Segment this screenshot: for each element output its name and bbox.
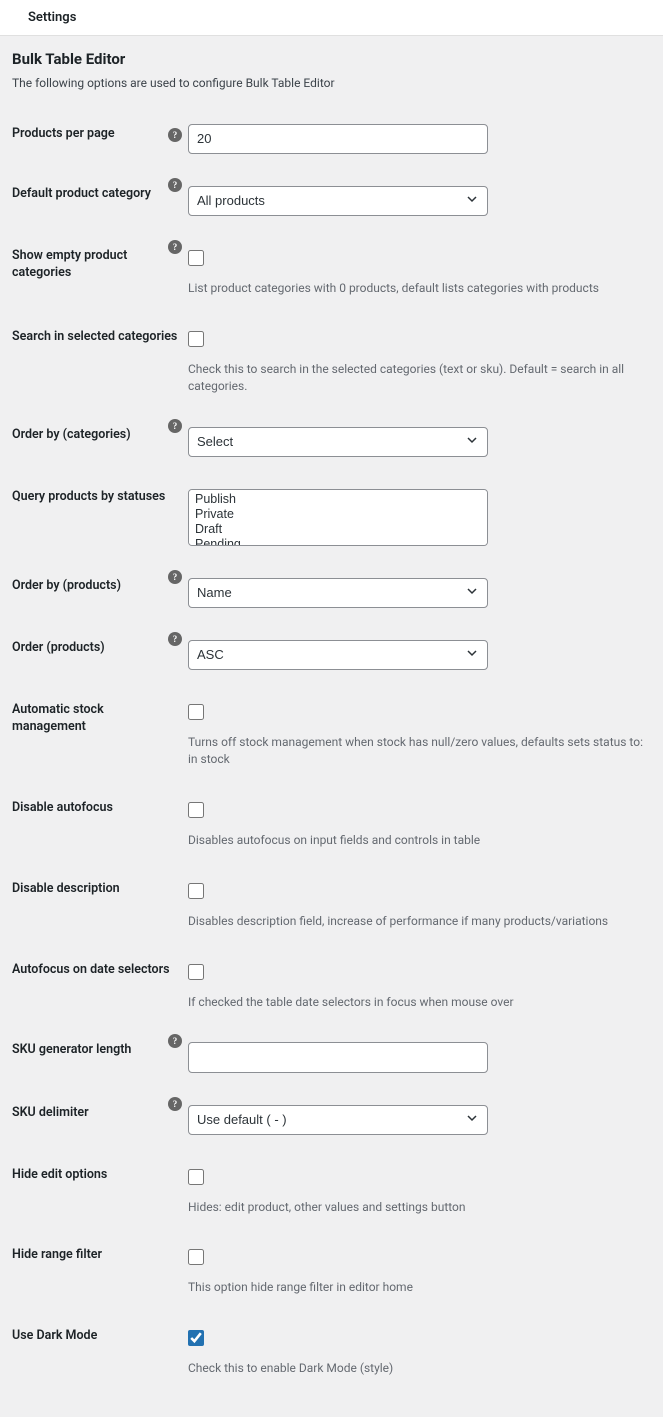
label-sku-delimiter: SKU delimiter ? [12, 1083, 188, 1145]
label-default-category: Default product category ? [12, 164, 188, 226]
label-order-by-categories: Order by (categories) ? [12, 405, 188, 467]
label-autofocus-date: Autofocus on date selectors [12, 940, 188, 1021]
page-title: Settings [0, 10, 663, 25]
hide-range-desc: This option hide range filter in editor … [188, 1279, 651, 1296]
auto-stock-checkbox[interactable] [188, 704, 204, 720]
autofocus-date-desc: If checked the table date selectors in f… [188, 994, 651, 1011]
hide-edit-checkbox[interactable] [188, 1169, 204, 1185]
autofocus-date-checkbox[interactable] [188, 964, 204, 980]
label-hide-edit: Hide edit options [12, 1145, 188, 1226]
help-icon[interactable]: ? [168, 240, 182, 254]
label-search-selected: Search in selected categories [12, 307, 188, 405]
help-icon[interactable]: ? [168, 128, 182, 142]
disable-autofocus-desc: Disables autofocus on input fields and c… [188, 832, 651, 849]
hide-edit-desc: Hides: edit product, other values and se… [188, 1199, 651, 1216]
settings-page: Bulk Table Editor The following options … [0, 36, 663, 1417]
disable-description-checkbox[interactable] [188, 883, 204, 899]
hide-range-checkbox[interactable] [188, 1249, 204, 1265]
products-per-page-input[interactable] [188, 124, 488, 154]
search-selected-desc: Check this to search in the selected cat… [188, 361, 651, 395]
label-products-per-page: Products per page ? [12, 114, 188, 164]
label-auto-stock: Automatic stock management [12, 680, 188, 778]
label-sku-length: SKU generator length ? [12, 1020, 188, 1082]
default-category-select[interactable]: All products [188, 186, 488, 216]
top-header: Settings [0, 0, 663, 36]
label-disable-autofocus: Disable autofocus [12, 778, 188, 859]
disable-description-desc: Disables description field, increase of … [188, 913, 651, 930]
help-icon[interactable]: ? [168, 178, 182, 192]
label-hide-range: Hide range filter [12, 1225, 188, 1306]
help-icon[interactable]: ? [168, 632, 182, 646]
show-empty-categories-checkbox[interactable] [188, 250, 204, 266]
search-selected-checkbox[interactable] [188, 331, 204, 347]
order-products-select[interactable]: ASC [188, 640, 488, 670]
sku-delimiter-select[interactable]: Use default ( - ) [188, 1105, 488, 1135]
order-by-products-select[interactable]: Name [188, 578, 488, 608]
dark-mode-checkbox[interactable] [188, 1330, 204, 1346]
settings-form: Products per page ? Default product cate… [12, 114, 651, 1387]
auto-stock-desc: Turns off stock management when stock ha… [188, 734, 651, 768]
label-dark-mode: Use Dark Mode [12, 1306, 188, 1387]
section-heading: Bulk Table Editor [12, 50, 651, 68]
label-order-by-products: Order by (products) ? [12, 556, 188, 618]
help-icon[interactable]: ? [168, 1097, 182, 1111]
show-empty-categories-desc: List product categories with 0 products,… [188, 280, 651, 297]
help-icon[interactable]: ? [168, 419, 182, 433]
query-statuses-multiselect[interactable]: Publish Private Draft Pending [188, 489, 488, 546]
order-by-categories-select[interactable]: Select [188, 427, 488, 457]
help-icon[interactable]: ? [168, 1034, 182, 1048]
label-show-empty-categories: Show empty product categories ? [12, 226, 188, 307]
disable-autofocus-checkbox[interactable] [188, 802, 204, 818]
section-description: The following options are used to config… [12, 76, 651, 90]
label-disable-description: Disable description [12, 859, 188, 940]
dark-mode-desc: Check this to enable Dark Mode (style) [188, 1360, 651, 1377]
label-order-products: Order (products) ? [12, 618, 188, 680]
label-query-statuses: Query products by statuses [12, 467, 188, 556]
help-icon[interactable]: ? [168, 570, 182, 584]
sku-length-input[interactable] [188, 1042, 488, 1072]
